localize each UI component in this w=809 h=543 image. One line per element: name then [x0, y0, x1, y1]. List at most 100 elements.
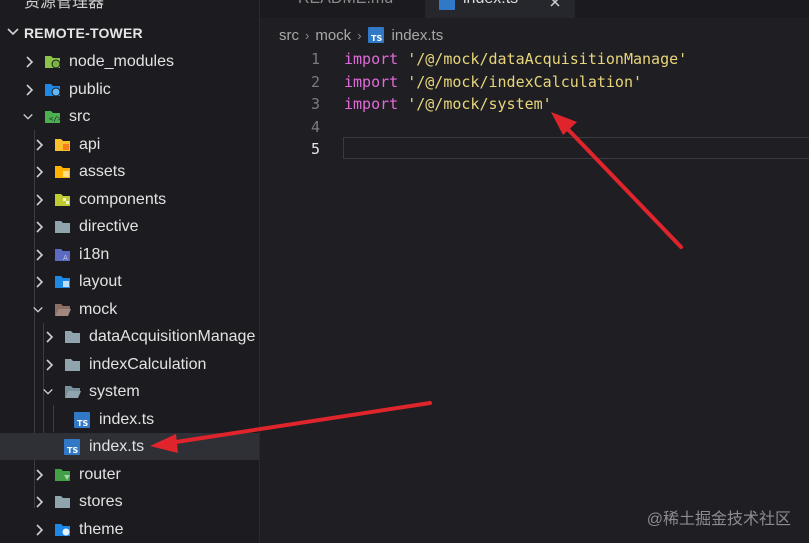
explorer-header-title: 资源管理器: [24, 0, 105, 11]
svg-text:TS: TS: [77, 419, 88, 428]
svg-text:</>: </>: [49, 115, 61, 123]
tree-item-system[interactable]: system: [0, 378, 259, 405]
chevron-right-icon: [36, 524, 44, 536]
folder-icon: [65, 331, 80, 343]
tree-item-router[interactable]: router: [0, 461, 259, 488]
chevron-right-icon: [36, 166, 44, 178]
code-keyword: import: [344, 50, 399, 68]
tree-item-theme[interactable]: theme: [0, 516, 259, 543]
tree-item-label: theme: [79, 520, 124, 538]
tree-item-node-modules[interactable]: node_modules: [0, 48, 259, 75]
tab-label: index.ts: [463, 0, 518, 8]
api-folder-icon: [55, 139, 70, 151]
tree-item-label: assets: [79, 162, 126, 180]
chevron-right-icon: [26, 84, 34, 96]
chevron-down-icon: [43, 388, 53, 395]
tree-item-components[interactable]: components: [0, 186, 259, 213]
code-keyword: import: [344, 95, 399, 113]
line-number: 2: [310, 73, 320, 91]
components-folder-icon: [55, 194, 70, 206]
chevron-right-icon: [36, 194, 44, 206]
tree-item-label: system: [89, 382, 140, 400]
code-line[interactable]: import '/@/mock/dataAcquisitionManage': [344, 50, 687, 68]
chevron-down-icon[interactable]: [6, 25, 20, 39]
close-icon[interactable]: [549, 0, 561, 8]
tree-item-mock-index-ts[interactable]: TS index.ts: [0, 433, 259, 460]
tree-item-i18n[interactable]: A i18n: [0, 241, 259, 268]
breadcrumb-item[interactable]: src: [279, 27, 299, 44]
tree-item-label: index.ts: [89, 437, 145, 455]
watermark: @稀土掘金技术社区: [646, 511, 791, 528]
tree-item-layout[interactable]: layout: [0, 268, 259, 295]
chevron-right-icon: [26, 56, 34, 68]
line-number: 4: [310, 118, 320, 136]
tree-item-stores[interactable]: stores: [0, 488, 259, 515]
chevron-right-icon: [46, 331, 54, 343]
svg-text:A: A: [63, 254, 68, 262]
chevron-right-icon: [36, 469, 44, 481]
svg-text:TS: TS: [67, 446, 78, 455]
tree-item-label: index.ts: [99, 410, 155, 428]
code-string: '/@/mock/dataAcquisitionManage': [407, 50, 688, 68]
tree-item-label: router: [79, 465, 121, 483]
line-number: 1: [310, 50, 320, 68]
typescript-icon: TS: [367, 27, 384, 43]
typescript-icon: TS: [74, 412, 90, 428]
chevron-right-icon: [36, 139, 44, 151]
tab-readme[interactable]: README.md: [272, 0, 422, 18]
folder-open-icon: [65, 386, 81, 398]
tree-item-src[interactable]: </> src: [0, 103, 259, 130]
tree-item-system-index-ts[interactable]: TS index.ts: [0, 406, 259, 433]
chevron-right-icon: ›: [305, 27, 310, 43]
tree-item-label: indexCalculation: [89, 355, 207, 373]
current-line-highlight: [343, 137, 809, 159]
chevron-down-icon: [23, 113, 33, 120]
editor-tab-bar: README.md index.ts: [260, 0, 809, 18]
typescript-icon: [439, 0, 455, 10]
tab-label: README.md: [298, 0, 393, 8]
chevron-right-icon: [36, 496, 44, 508]
chevron-right-icon: ›: [357, 27, 362, 43]
typescript-icon: TS: [64, 439, 80, 455]
node-folder-icon: [45, 56, 61, 69]
chevron-right-icon: [36, 221, 44, 233]
tree-item-assets[interactable]: assets: [0, 158, 259, 185]
tree-item-label: stores: [79, 492, 123, 510]
chevron-right-icon: [36, 276, 44, 288]
svg-text:TS: TS: [371, 34, 382, 43]
code-keyword: import: [344, 73, 399, 91]
mock-folder-open-icon: [55, 304, 71, 316]
tree-item-directive[interactable]: directive: [0, 213, 259, 240]
tree-item-mock[interactable]: mock: [0, 296, 259, 323]
breadcrumb-item[interactable]: mock: [315, 27, 351, 44]
project-name[interactable]: REMOTE-TOWER: [24, 25, 143, 41]
tab-index-ts[interactable]: index.ts: [425, 0, 575, 18]
tree-item-label: directive: [79, 217, 139, 235]
layout-folder-icon: [55, 276, 70, 288]
tree-item-label: node_modules: [69, 52, 174, 70]
folder-icon: [55, 221, 70, 233]
tree-item-label: api: [79, 135, 101, 153]
folder-icon: [55, 496, 70, 508]
explorer-sidebar: 资源管理器 REMOTE-TOWER node_modules public <…: [0, 0, 260, 543]
tree-item-label: src: [69, 107, 91, 125]
tree-item-label: i18n: [79, 245, 110, 263]
tree-item-data-acquisition-manage[interactable]: dataAcquisitionManage: [0, 323, 259, 350]
tree-item-label: components: [79, 190, 167, 208]
breadcrumb-item[interactable]: index.ts: [392, 27, 444, 44]
router-folder-icon: [55, 469, 70, 481]
tree-item-api[interactable]: api: [0, 131, 259, 158]
theme-folder-icon: [55, 524, 70, 536]
code-editor[interactable]: 1 2 3 4 5 import '/@/mock/dataAcquisitio…: [260, 45, 809, 543]
code-line[interactable]: import '/@/mock/indexCalculation': [344, 73, 642, 91]
public-folder-icon: [45, 84, 61, 97]
breadcrumb: src › mock › TS index.ts: [279, 25, 443, 45]
code-line[interactable]: import '/@/mock/system': [344, 95, 552, 113]
tree-item-label: dataAcquisitionManage: [89, 327, 256, 345]
tree-item-public[interactable]: public: [0, 76, 259, 103]
chevron-right-icon: [46, 359, 54, 371]
tree-item-label: mock: [79, 300, 118, 318]
code-string: '/@/mock/indexCalculation': [407, 73, 643, 91]
line-number: 3: [310, 95, 320, 113]
tree-item-index-calculation[interactable]: indexCalculation: [0, 351, 259, 378]
